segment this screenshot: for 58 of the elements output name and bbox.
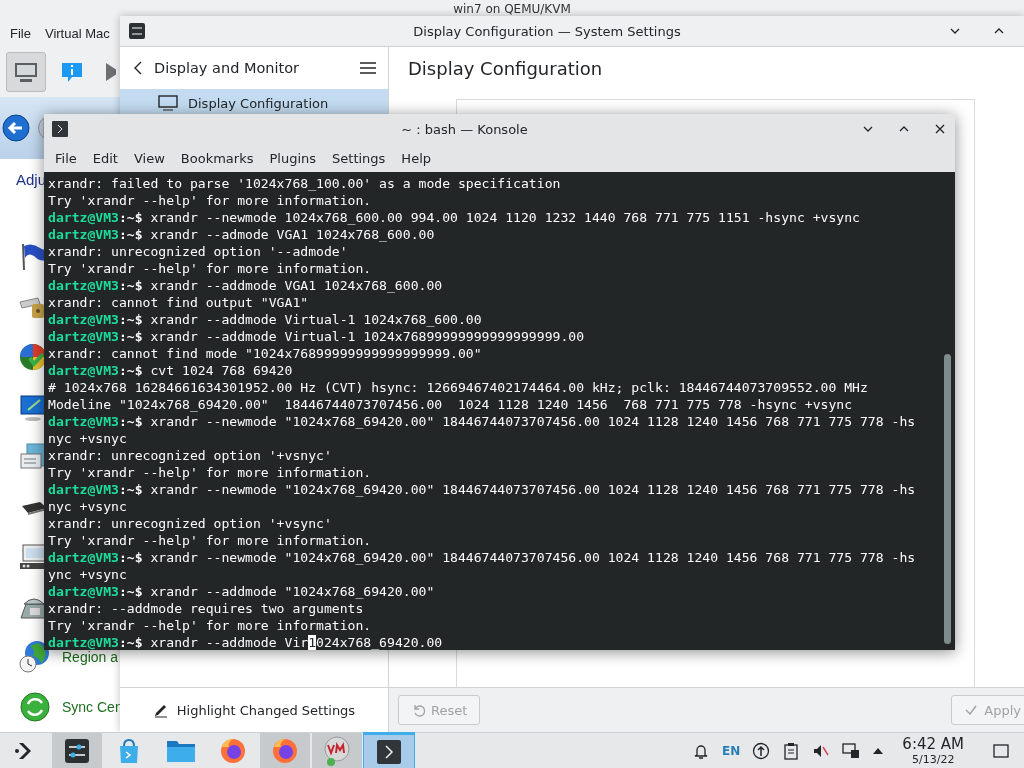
- menu-item[interactable]: Settings: [324, 147, 394, 169]
- menu-item[interactable]: Plugins: [261, 147, 325, 169]
- shell-prompt: dartz@VM3:~$: [48, 634, 143, 650]
- shell-prompt: dartz@VM3:~$: [48, 549, 143, 566]
- shell-prompt: dartz@VM3:~$: [48, 226, 143, 243]
- window-title: win7 on QEMU/KVM: [453, 2, 571, 18]
- output-line: Try 'xrandr --help' for more information.: [48, 260, 372, 277]
- command-text: xrandr --newmode 1024x768_600.00 994.00 1024 1120 1232 1440 768 771 775 1151 -hsync +vsync: [150, 209, 860, 226]
- menu-item[interactable]: File: [47, 147, 85, 169]
- page-title: Display Configuration: [408, 57, 603, 79]
- output-line: Try 'xrandr --help' for more information.: [48, 192, 372, 209]
- menu-item[interactable]: View: [125, 147, 173, 169]
- output-line: ync +vsync: [48, 566, 127, 583]
- command-text: xrandr --addmode VGA1 1024x768_600.00: [150, 277, 443, 294]
- command-text: xrandr --addmode Vir1024x768_69420.00: [150, 634, 443, 650]
- clock[interactable]: 6:42 AM 5/13/22: [902, 735, 964, 766]
- command-text: xrandr --newmode "1024x768_69420.00" 18446744073707456.00 1024 1128 1240 1456 768 771 775 778 -hs: [150, 481, 916, 498]
- shell-prompt: dartz@VM3:~$: [48, 277, 143, 294]
- window-title: Display Configuration — System Settings: [413, 23, 681, 39]
- output-line: nyc +vsnyc: [48, 430, 127, 447]
- command-text: xrandr --newmode "1024x768_69420.00" 18446744073707456.00 1024 1128 1240 1456 768 771 775 778 -hs: [150, 413, 916, 430]
- shell-prompt: dartz@VM3:~$: [48, 362, 143, 379]
- sidebar-title: Display and Monitor: [154, 60, 300, 76]
- shell-prompt: dartz@VM3:~$: [48, 311, 143, 328]
- output-line: xrandr: unrecognized option '--admode': [48, 243, 348, 260]
- window-title: ~ : bash — Konsole: [401, 121, 528, 137]
- output-line: xrandr: unrecognized option '+vsync': [48, 515, 332, 532]
- menu-item[interactable]: File: [10, 25, 31, 41]
- menu-item[interactable]: Bookmarks: [172, 147, 262, 169]
- output-line: xrandr: failed to parse '1024x768_100.00' as a mode specification: [48, 175, 561, 192]
- output-line: Try 'xrandr --help' for more information.: [48, 464, 372, 481]
- sidebar-item[interactable]: Display Configuration: [120, 89, 388, 117]
- command-text: xrandr --admode VGA1 1024x768_600.00: [150, 226, 435, 243]
- shell-prompt: dartz@VM3:~$: [48, 413, 143, 430]
- output-line: xrandr: --addmode requires two arguments: [48, 600, 364, 617]
- output-line: # 1024x768 16284661634301952.00 Hz (CVT) hsync: 12669467402174464.00 kHz; pclk: 18446744073709552.00 MHz: [48, 379, 868, 396]
- shell-prompt: dartz@VM3:~$: [48, 209, 143, 226]
- menu-item[interactable]: Help: [393, 147, 439, 169]
- control-panel-link[interactable]: Region a: [62, 649, 119, 665]
- command-text: xrandr --newmode "1024x768_69420.00" 18446744073707456.00 1024 1128 1240 1456 768 771 775 778 -hs: [150, 549, 916, 566]
- command-text: cvt 1024 768 69420: [150, 362, 293, 379]
- shell-prompt: dartz@VM3:~$: [48, 328, 143, 345]
- shell-prompt: dartz@VM3:~$: [48, 481, 143, 498]
- output-line: Modeline "1024x768_69420.00" 18446744073707456.00 1024 1128 1240 1456 768 771 775 778 -hsync +vsync: [48, 396, 853, 413]
- command-text: xrandr --addmode Virtual-1 1024x76899999999999999999.00: [150, 328, 585, 345]
- menu-item[interactable]: Virtual Mac: [44, 25, 110, 41]
- command-text: xrandr --addmode "1024x768_69420.00": [150, 583, 435, 600]
- output-line: Try 'xrandr --help' for more information.: [48, 617, 372, 634]
- output-line: xrandr: unrecognized option '+vsnyc': [48, 447, 332, 464]
- output-line: Try 'xrandr --help' for more information.: [48, 532, 372, 549]
- keyboard-layout[interactable]: EN: [722, 743, 741, 758]
- command-text: xrandr --addmode Virtual-1 1024x768_600.00: [150, 311, 482, 328]
- highlight-changed-button[interactable]: Highlight Changed Settings: [146, 701, 362, 719]
- shell-prompt: dartz@VM3:~$: [48, 583, 143, 600]
- menu-item[interactable]: Edit: [84, 147, 126, 169]
- output-line: xrandr: cannot find output "VGA1": [48, 294, 309, 311]
- output-line: xrandr: cannot find mode "1024x76899999999999999999.00": [48, 345, 482, 362]
- output-line: nyc +vsync: [48, 498, 127, 515]
